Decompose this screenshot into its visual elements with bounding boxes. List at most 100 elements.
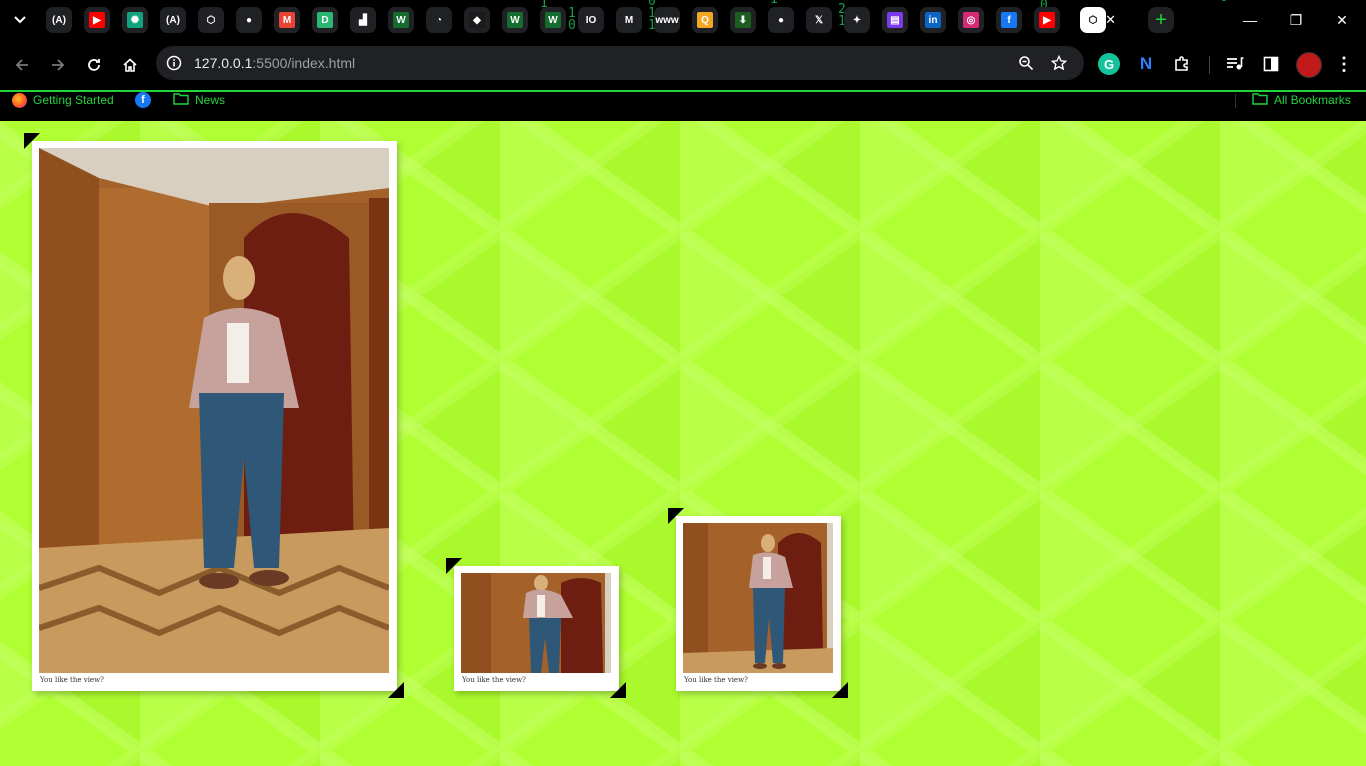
bookmarks-divider bbox=[1235, 94, 1236, 108]
gauge-icon: ◔ bbox=[426, 7, 452, 33]
url-host: 127.0.0.1 bbox=[194, 55, 253, 71]
fashion-photo-small bbox=[461, 573, 611, 673]
photo-caption: You like the view? bbox=[462, 676, 526, 684]
bookmarks-bar: Getting Started f News All Bookmarks bbox=[0, 92, 1366, 120]
browser-tab[interactable]: ▶ bbox=[78, 5, 116, 35]
tab-search-chevron-icon[interactable] bbox=[8, 8, 32, 32]
page-viewport: You like the view? You like the view? Yo… bbox=[0, 121, 1366, 766]
browser-tab[interactable]: M bbox=[610, 5, 648, 35]
close-window-button[interactable]: ✕ bbox=[1322, 8, 1362, 32]
grammarly-icon[interactable]: G bbox=[1098, 53, 1120, 75]
vercel-v0-icon: (A) bbox=[46, 7, 72, 33]
x-icon: 𝕏 bbox=[806, 7, 832, 33]
browser-tab[interactable]: ✦ bbox=[838, 5, 876, 35]
github-icon: ● bbox=[236, 7, 262, 33]
site-info-icon[interactable] bbox=[164, 53, 184, 73]
browser-tab[interactable]: M bbox=[268, 5, 306, 35]
gmail-icon: M bbox=[274, 7, 300, 33]
bookmark-news[interactable]: News bbox=[173, 92, 225, 108]
address-bar[interactable]: 127.0.0.1:5500/index.html bbox=[156, 46, 1084, 80]
browser-tab[interactable]: ⬇ bbox=[724, 5, 762, 35]
bookmark-star-icon[interactable] bbox=[1049, 53, 1069, 73]
frame-corner-bottom-right bbox=[388, 682, 404, 698]
bookmark-label: Getting Started bbox=[33, 93, 114, 107]
webflow-icon: W bbox=[388, 7, 414, 33]
browser-tab[interactable]: ▶ bbox=[1028, 5, 1066, 35]
browser-tab[interactable]: ▤ bbox=[876, 5, 914, 35]
browser-tab[interactable]: ● bbox=[762, 5, 800, 35]
zoom-icon[interactable] bbox=[1016, 53, 1036, 73]
tab-list: (A) ▶ ✺ (A) ⬡ ● M D ▟ W ◔ ◆ W W IO Mwww Q ⬇ ● 𝕏 ✦ ▤ in ◎ f ▶ ⬡ ✕ bbox=[40, 5, 1120, 35]
new-tab-button[interactable]: + bbox=[1148, 7, 1174, 33]
vercel-v0-icon: (A) bbox=[160, 7, 186, 33]
youtube-icon: ▶ bbox=[1034, 7, 1060, 33]
facebook-icon: f bbox=[996, 7, 1022, 33]
back-button[interactable] bbox=[10, 53, 34, 77]
url-path: :5500/index.html bbox=[252, 55, 356, 71]
browser-tab[interactable]: ✺ bbox=[116, 5, 154, 35]
firefox-icon bbox=[12, 92, 27, 108]
frame-corner-bottom-right bbox=[832, 682, 848, 698]
browser-tab[interactable]: ◆ bbox=[458, 5, 496, 35]
cube-icon: ◆ bbox=[464, 7, 490, 33]
browser-tab[interactable]: ● bbox=[230, 5, 268, 35]
url-text[interactable]: 127.0.0.1:5500/index.html bbox=[194, 55, 355, 71]
browser-tab[interactable]: ◎ bbox=[952, 5, 990, 35]
forward-button[interactable] bbox=[46, 53, 70, 77]
bookmark-label: News bbox=[195, 93, 226, 107]
m-icon: M bbox=[616, 7, 642, 33]
browser-tab[interactable]: ⬡ ✕ bbox=[1066, 5, 1120, 35]
browser-tab[interactable]: W bbox=[496, 5, 534, 35]
webflow-icon: W bbox=[540, 7, 566, 33]
browser-tab[interactable]: D bbox=[306, 5, 344, 35]
dark-app-icon: ▟ bbox=[350, 7, 376, 33]
gemini-icon: ✦ bbox=[844, 7, 870, 33]
browser-tab[interactable]: in bbox=[914, 5, 952, 35]
codepen-icon: ⬡ bbox=[1080, 7, 1106, 33]
linkedin-icon: in bbox=[920, 7, 946, 33]
instagram-icon: ◎ bbox=[958, 7, 984, 33]
browser-tab[interactable]: ◔ bbox=[420, 5, 458, 35]
restore-button[interactable]: ❐ bbox=[1276, 8, 1316, 32]
browser-tab[interactable]: (A) bbox=[154, 5, 192, 35]
all-bookmarks-button[interactable]: All Bookmarks bbox=[1252, 92, 1351, 108]
side-panel-icon[interactable] bbox=[1260, 53, 1282, 75]
tab-close-icon[interactable]: ✕ bbox=[1105, 12, 1116, 28]
photo-caption: You like the view? bbox=[684, 676, 748, 684]
dev-doc-icon: D bbox=[312, 7, 338, 33]
browser-tab[interactable]: f bbox=[990, 5, 1028, 35]
browser-tab[interactable]: ▟ bbox=[344, 5, 382, 35]
browser-tab[interactable]: W bbox=[534, 5, 572, 35]
youtube-icon: ▶ bbox=[84, 7, 110, 33]
facebook-icon: f bbox=[135, 92, 151, 108]
photo-card-small[interactable]: You like the view? bbox=[454, 566, 619, 691]
clapper-icon: ▤ bbox=[882, 7, 908, 33]
minimize-button[interactable]: — bbox=[1230, 8, 1270, 32]
browser-tab[interactable]: 𝕏 bbox=[800, 5, 838, 35]
menu-kebab-icon[interactable]: ⋮ bbox=[1333, 53, 1355, 75]
notion-n-icon[interactable]: N bbox=[1135, 53, 1157, 75]
browser-tab[interactable]: Q bbox=[686, 5, 724, 35]
media-controls-icon[interactable] bbox=[1224, 53, 1246, 75]
io-icon: IO bbox=[578, 7, 604, 33]
frame-corner-bottom-right bbox=[610, 682, 626, 698]
download-arrow-icon: ⬇ bbox=[730, 7, 756, 33]
photo-card-medium[interactable]: You like the view? bbox=[676, 516, 841, 691]
photo-card-large[interactable]: You like the view? bbox=[32, 141, 397, 691]
browser-tab[interactable]: IO bbox=[572, 5, 610, 35]
reload-button[interactable] bbox=[82, 53, 106, 77]
folder-icon bbox=[1252, 92, 1268, 108]
bookmark-facebook[interactable]: f bbox=[135, 92, 151, 108]
home-button[interactable] bbox=[118, 53, 142, 77]
all-bookmarks-label: All Bookmarks bbox=[1274, 93, 1351, 107]
browser-toolbar: 127.0.0.1:5500/index.html G N ⋮ bbox=[0, 40, 1366, 90]
browser-tab[interactable]: www bbox=[648, 5, 686, 35]
webflow-icon: W bbox=[502, 7, 528, 33]
extensions-puzzle-icon[interactable] bbox=[1171, 53, 1193, 75]
github-icon: ● bbox=[768, 7, 794, 33]
profile-avatar[interactable] bbox=[1296, 52, 1322, 78]
browser-tab[interactable]: (A) bbox=[40, 5, 78, 35]
bookmark-getting-started[interactable]: Getting Started bbox=[12, 92, 114, 108]
browser-tab[interactable]: ⬡ bbox=[192, 5, 230, 35]
browser-tab[interactable]: W bbox=[382, 5, 420, 35]
